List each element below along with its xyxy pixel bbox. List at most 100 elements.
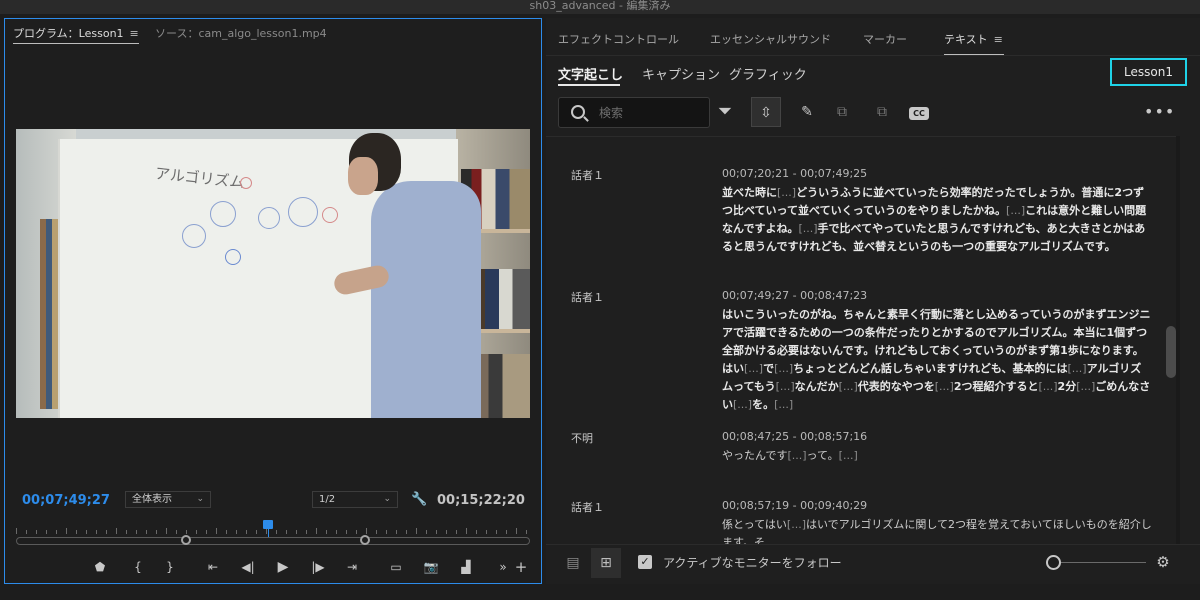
zoom-slider-knob[interactable] [1046,555,1061,570]
subtab-captions[interactable]: キャプション [642,64,720,83]
ruler-tick [106,530,107,534]
tab-essential-sound[interactable]: エッセンシャルサウンド [710,31,831,47]
segment-timecode: 00;07;20;21 - 00;07;49;25 [722,167,868,180]
align-icon[interactable]: ⊞ [591,548,621,578]
ruler-tick [116,528,117,534]
pencil-icon[interactable]: ✎ [792,97,822,127]
ruler-tick [526,530,527,534]
segment-text[interactable]: はいこういったのがね。ちゃんと素早く行動に落とし込めるっていうのがまずエンジニア… [722,306,1152,414]
tab-effect-controls[interactable]: エフェクトコントロール [558,31,679,47]
split-icon[interactable]: ⧉ [867,97,897,127]
transcript-list[interactable]: 話者１ 00;07;20;21 - 00;07;49;25 並べた時に[...]どう… [546,136,1178,544]
mark-out-icon[interactable]: } [161,559,179,575]
go-to-in-icon[interactable]: ⇤ [204,559,222,575]
zoom-select[interactable]: 全体表示 ⌄ [125,491,211,508]
segment-text[interactable]: 係とってはい[...]はいでアルゴリズムに関して2つ程を覚えておいてほしいものを… [722,516,1152,544]
gap-marker: [...] [787,449,807,462]
tab-source[interactable]: ソース：cam_algo_lesson1.mp4 [155,25,327,41]
playhead[interactable] [262,520,273,529]
tab-markers[interactable]: マーカー [863,31,907,47]
subtab-graphics[interactable]: グラフィック [729,64,807,83]
gap-marker: [...] [775,380,795,393]
search-input[interactable] [599,104,699,122]
split-segment-icon[interactable]: ⇳ [751,97,781,127]
ruler-tick [236,530,237,534]
go-to-out-icon[interactable]: ⇥ [343,559,361,575]
gap-marker: [...] [1076,380,1096,393]
follow-monitor-checkbox[interactable]: ✓ [638,555,652,569]
camera-icon[interactable]: 📷 [422,559,440,575]
sequence-name-badge: Lesson1 [1110,58,1187,86]
speaker-label[interactable]: 不明 [571,430,593,446]
ruler-tick [216,528,217,534]
cc-icon: CC [909,107,929,120]
scrollbar-track[interactable] [1176,136,1180,544]
segment-timecode: 00;08;47;25 - 00;08;57;16 [722,430,868,443]
ruler-tick [56,530,57,534]
speaker-label[interactable]: 話者１ [571,289,604,305]
step-back-icon[interactable]: ◀| [239,559,257,575]
mark-in-icon[interactable]: { [129,559,147,575]
gap-marker: [...] [1067,362,1087,375]
scrollbar-thumb[interactable] [1166,326,1176,378]
gap-marker: [...] [1006,204,1026,217]
ruler-tick [316,528,317,534]
filter-icon[interactable]: ⏷ [710,97,740,127]
search-icon [571,105,585,119]
zoom-slider-track[interactable] [1054,562,1146,563]
ruler-tick [376,530,377,534]
ruler-tick [396,530,397,534]
ruler-tick [416,528,417,534]
video-person-face [348,157,378,195]
create-captions-icon[interactable]: CC [904,97,934,127]
ruler-tick [516,528,517,534]
ruler-tick [156,530,157,534]
active-subtab-indicator [558,84,620,86]
sliders-icon[interactable]: ⚙ [1152,552,1174,572]
subtab-transcript[interactable]: 文字起こし [558,64,623,83]
segment-text[interactable]: 並べた時に[...]どういうふうに並べていったら効率的だったでしょうか。普通に2… [722,184,1152,256]
ruler-tick [506,530,507,534]
ruler-tick [476,530,477,534]
text-panel: エフェクトコントロール エッセンシャルサウンド マーカー テキスト ≡ 文字起こし… [546,18,1200,584]
wrench-icon[interactable]: 🔧 [411,492,427,507]
comparison-view-icon[interactable]: ▟ [457,559,475,575]
more-controls-icon[interactable]: » [494,559,512,575]
time-ruler[interactable] [16,524,530,534]
gap-marker: [...] [774,362,794,375]
current-timecode[interactable]: 00;07;49;27 [22,493,110,508]
zoom-handle-left[interactable] [181,535,191,545]
whiteboard-circle [240,177,252,189]
merge-segments-icon[interactable]: ⧉ [827,97,857,127]
ruler-tick [16,528,17,534]
ruler-tick [346,530,347,534]
step-forward-icon[interactable]: |▶ [309,559,327,575]
duration-timecode: 00;15;22;20 [437,493,525,508]
panel-menu-icon[interactable]: ≡ [994,33,1003,46]
tab-program[interactable]: プログラム：Lesson1 ≡ [13,25,139,44]
safe-margins-icon[interactable]: ▭ [387,559,405,575]
add-marker-icon[interactable]: ⬟ [91,559,109,575]
play-icon[interactable]: ▶ [274,559,292,575]
resolution-select-value: 1/2 [319,494,336,505]
import-transcript-icon[interactable]: ▤ [558,548,588,578]
gap-marker: [...] [744,362,764,375]
speaker-label[interactable]: 話者１ [571,499,604,515]
ruler-tick [136,530,137,534]
ruler-tick [296,530,297,534]
more-options-icon[interactable]: ••• [1144,102,1175,121]
panel-menu-icon[interactable]: ≡ [130,27,139,40]
tab-program-label: プログラム：Lesson1 [13,27,124,40]
speaker-label[interactable]: 話者１ [571,167,604,183]
tab-text[interactable]: テキスト ≡ [944,31,1003,47]
resolution-select[interactable]: 1/2 ⌄ [312,491,398,508]
video-frame[interactable]: アルゴリズム [16,129,530,418]
ruler-tick [246,530,247,534]
whiteboard-circle [288,197,318,227]
segment-text[interactable]: やったんです[...]って。[...] [722,447,1152,465]
ruler-tick [466,528,467,534]
zoom-scrollbar[interactable] [16,537,530,545]
zoom-handle-right[interactable] [360,535,370,545]
add-button-icon[interactable]: + [512,559,530,575]
follow-monitor-label: アクティブなモニターをフォロー [663,556,842,570]
